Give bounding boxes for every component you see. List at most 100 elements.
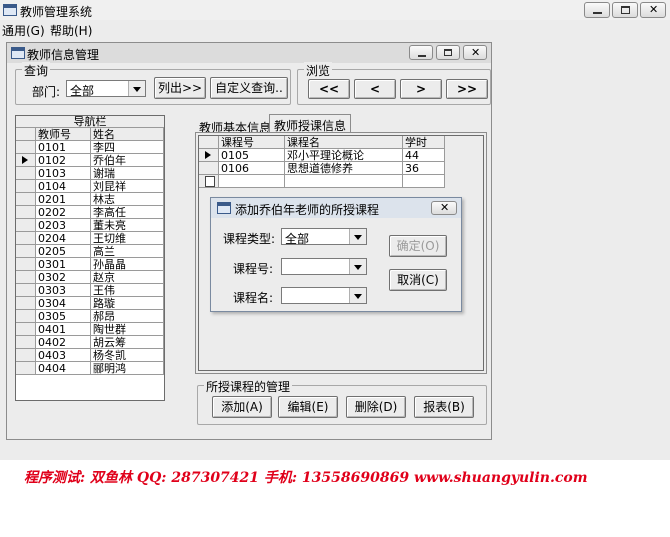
nav-row[interactable]: 0202 李高任 xyxy=(16,206,164,219)
nav-row[interactable]: 0205 高兰 xyxy=(16,245,164,258)
cancel-button[interactable]: 取消(C) xyxy=(389,269,447,291)
nav-row[interactable]: 0201 林志 xyxy=(16,193,164,206)
nav-row[interactable]: 0304 路璇 xyxy=(16,297,164,310)
nav-row[interactable]: 0303 王伟 xyxy=(16,284,164,297)
row-indicator[interactable] xyxy=(16,323,36,336)
row-indicator[interactable] xyxy=(16,362,36,375)
cell-teacher-name: 王切维 xyxy=(91,232,164,245)
cell-teacher-id: 0302 xyxy=(36,271,91,284)
row-indicator[interactable] xyxy=(16,154,36,167)
minimize-button[interactable] xyxy=(584,2,610,18)
nav-row[interactable]: 0305 郝昂 xyxy=(16,310,164,323)
cell-course-name: 思想道德修养 xyxy=(285,162,403,175)
cell-teacher-id: 0402 xyxy=(36,336,91,349)
prev-record-button[interactable]: < xyxy=(354,79,396,99)
cell-course-code: 0105 xyxy=(219,149,285,162)
course-code-combo[interactable] xyxy=(281,258,367,275)
chevron-down-icon[interactable] xyxy=(128,81,145,96)
nav-row[interactable]: 0404 郦明鸿 xyxy=(16,362,164,375)
header-hours: 学时 xyxy=(403,136,445,149)
close-icon: ✕ xyxy=(649,3,659,16)
row-indicator[interactable] xyxy=(16,284,36,297)
minimize-icon xyxy=(418,55,426,57)
row-indicator[interactable] xyxy=(199,162,219,175)
row-indicator[interactable] xyxy=(16,245,36,258)
cell-teacher-name: 谢瑞 xyxy=(91,167,164,180)
edit-button[interactable]: 编辑(E) xyxy=(278,396,338,418)
nav-row[interactable]: 0402 胡云筹 xyxy=(16,336,164,349)
report-button[interactable]: 报表(B) xyxy=(414,396,474,418)
course-name-label: 课程名: xyxy=(233,291,274,305)
row-indicator[interactable] xyxy=(199,175,219,188)
add-button[interactable]: 添加(A) xyxy=(212,396,272,418)
nav-row[interactable]: 0101 李四 xyxy=(16,141,164,154)
delete-button[interactable]: 删除(D) xyxy=(346,396,406,418)
dialog-title: 添加乔伯年老师的所授课程 xyxy=(235,203,380,217)
cell-teacher-name: 刘昆祥 xyxy=(91,180,164,193)
row-indicator[interactable] xyxy=(16,232,36,245)
nav-row[interactable]: 0203 董未亮 xyxy=(16,219,164,232)
row-indicator[interactable] xyxy=(16,141,36,154)
course-row[interactable]: 0105 邓小平理论概论 44 xyxy=(199,149,449,162)
row-indicator[interactable] xyxy=(16,180,36,193)
row-indicator[interactable] xyxy=(16,258,36,271)
cell-hours xyxy=(403,175,445,188)
app-icon xyxy=(3,4,17,16)
row-indicator[interactable] xyxy=(16,271,36,284)
chevron-down-icon[interactable] xyxy=(349,259,366,274)
nav-header-row: 教师号 姓名 xyxy=(16,128,164,141)
row-indicator[interactable] xyxy=(16,297,36,310)
close-button[interactable]: ✕ xyxy=(640,2,666,18)
course-row[interactable]: 0106 思想道德修养 36 xyxy=(199,162,449,175)
course-code-label: 课程号: xyxy=(233,262,274,276)
browse-legend: 浏览 xyxy=(304,62,333,79)
nav-row[interactable]: 0403 杨冬凯 xyxy=(16,349,164,362)
nav-row[interactable]: 0401 陶世群 xyxy=(16,323,164,336)
row-indicator[interactable] xyxy=(16,193,36,206)
course-name-combo[interactable] xyxy=(281,287,367,304)
dialog-titlebar: 添加乔伯年老师的所授课程 ✕ xyxy=(211,198,461,218)
next-record-button[interactable]: > xyxy=(400,79,442,99)
row-indicator[interactable] xyxy=(16,349,36,362)
menu-help[interactable]: 帮助(H) xyxy=(50,22,92,39)
dialog-close-button[interactable]: ✕ xyxy=(431,201,457,215)
ok-button[interactable]: 确定(O) xyxy=(389,235,447,257)
row-indicator[interactable] xyxy=(16,310,36,323)
row-indicator[interactable] xyxy=(16,336,36,349)
first-record-button[interactable]: << xyxy=(308,79,350,99)
row-indicator[interactable] xyxy=(16,167,36,180)
cell-teacher-name: 杨冬凯 xyxy=(91,349,164,362)
nav-row[interactable]: 0302 赵京 xyxy=(16,271,164,284)
chevron-down-icon[interactable] xyxy=(349,229,366,244)
row-indicator[interactable] xyxy=(16,206,36,219)
nav-rows: 教师号 姓名 0101 李四 0102 乔伯年 0103 谢瑞 0104 刘昆祥 0201 林志 020… xyxy=(16,128,164,400)
nav-row[interactable]: 0301 孙晶晶 xyxy=(16,258,164,271)
last-record-button[interactable]: >> xyxy=(446,79,488,99)
tab-teaching-info[interactable]: 教师授课信息 xyxy=(269,114,352,133)
maximize-button[interactable] xyxy=(612,2,638,18)
dept-combo[interactable]: 全部 xyxy=(66,80,146,98)
course-type-combo[interactable]: 全部 xyxy=(281,228,367,246)
header-teacher-id: 教师号 xyxy=(36,128,91,141)
row-indicator[interactable] xyxy=(16,219,36,232)
nav-grid[interactable]: 导航栏 教师号 姓名 0101 李四 0102 乔伯年 0103 谢瑞 0104 刘昆祥 0201 林… xyxy=(15,115,165,401)
list-button[interactable]: 列出>> xyxy=(154,77,206,99)
nav-row[interactable]: 0103 谢瑞 xyxy=(16,167,164,180)
child-maximize-button[interactable] xyxy=(436,45,460,60)
browse-group: 浏览 << < > >> xyxy=(297,62,491,105)
chevron-down-icon[interactable] xyxy=(349,288,366,303)
nav-row[interactable]: 0204 王切维 xyxy=(16,232,164,245)
custom-query-button[interactable]: 自定义查询.. xyxy=(210,77,288,99)
nav-row[interactable]: 0102 乔伯年 xyxy=(16,154,164,167)
child-close-button[interactable]: ✕ xyxy=(463,45,487,60)
row-indicator[interactable] xyxy=(199,149,219,162)
manage-group: 所授课程的管理 添加(A) 编辑(E) 删除(D) 报表(B) xyxy=(197,378,487,425)
course-row[interactable] xyxy=(199,175,449,188)
cell-teacher-name: 李四 xyxy=(91,141,164,154)
row-indicator[interactable] xyxy=(16,128,36,141)
row-indicator[interactable] xyxy=(199,136,219,149)
menu-general[interactable]: 通用(G) xyxy=(2,22,45,39)
child-minimize-button[interactable] xyxy=(409,45,433,60)
child-title: 教师信息管理 xyxy=(27,48,100,62)
nav-row[interactable]: 0104 刘昆祥 xyxy=(16,180,164,193)
